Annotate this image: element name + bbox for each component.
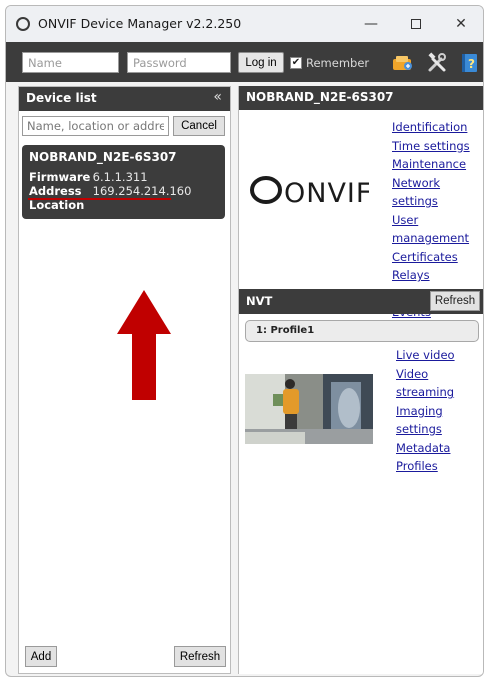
password-input[interactable] xyxy=(127,52,231,73)
device-list-title: Device list xyxy=(26,91,97,105)
onvif-logo-text: ONVIF xyxy=(284,178,369,207)
link-user-management[interactable]: User management xyxy=(392,211,483,248)
collapse-icon[interactable]: « xyxy=(213,89,222,105)
help-button[interactable]: ? xyxy=(459,52,481,74)
device-name: NOBRAND_N2E-6S307 xyxy=(29,150,177,164)
onvif-logo: ONVIF xyxy=(250,171,369,207)
red-up-arrow-icon xyxy=(117,290,171,400)
location-row: Location xyxy=(29,198,218,212)
device-detail-title: NOBRAND_N2E-6S307 xyxy=(246,90,394,104)
link-profiles[interactable]: Profiles xyxy=(396,457,483,476)
close-icon: ✕ xyxy=(455,16,467,32)
link-maintenance[interactable]: Maintenance xyxy=(392,155,483,174)
refresh-devices-button[interactable]: Refresh xyxy=(174,646,226,667)
device-list-item[interactable]: NOBRAND_N2E-6S307 Firmware 6.1.1.311 Add… xyxy=(22,145,225,219)
device-detail-panel: NOBRAND_N2E-6S307 ONVIF Identification T… xyxy=(238,86,483,674)
nvt-header: NVT Refresh xyxy=(239,289,483,314)
address-label: Address xyxy=(29,184,82,198)
svg-text:?: ? xyxy=(468,57,475,71)
address-row: Address 169.254.214.160 xyxy=(29,184,218,198)
link-imaging-settings[interactable]: Imaging settings xyxy=(396,402,483,439)
address-value: 169.254.214.160 xyxy=(92,184,192,198)
address-highlight-underline xyxy=(28,198,171,200)
profile-selector[interactable]: 1: Profile1 xyxy=(245,320,479,342)
minimize-icon: — xyxy=(364,16,378,32)
app-window: ONVIF Device Manager v2.2.250 — ✕ Log in… xyxy=(5,5,484,677)
app-circle-icon xyxy=(16,17,30,31)
device-detail-header: NOBRAND_N2E-6S307 xyxy=(239,86,483,110)
name-input[interactable] xyxy=(22,52,119,73)
tools-icon xyxy=(428,52,446,72)
remember-checkbox[interactable]: ✔ xyxy=(290,57,302,69)
nvt-links: Live video Video streaming Imaging setti… xyxy=(396,346,483,476)
maximize-icon xyxy=(411,19,421,29)
upgrade-button[interactable] xyxy=(392,52,414,74)
link-live-video[interactable]: Live video xyxy=(396,346,483,365)
maximize-button[interactable] xyxy=(401,12,431,36)
login-button[interactable]: Log in xyxy=(238,52,284,73)
upgrade-icon xyxy=(393,56,412,70)
cancel-button[interactable]: Cancel xyxy=(173,116,225,136)
device-list-footer: Add Refresh xyxy=(19,641,230,673)
link-network-settings[interactable]: Network settings xyxy=(392,174,483,211)
link-relays[interactable]: Relays xyxy=(392,266,483,285)
refresh-nvt-button[interactable]: Refresh xyxy=(430,291,480,311)
nvt-title: NVT xyxy=(246,294,273,308)
video-thumbnail[interactable] xyxy=(245,374,373,444)
device-list-header: Device list « xyxy=(19,87,230,111)
title-bar: ONVIF Device Manager v2.2.250 — ✕ xyxy=(6,6,483,42)
link-certificates[interactable]: Certificates xyxy=(392,248,483,267)
firmware-row: Firmware 6.1.1.311 xyxy=(29,170,218,184)
window-title: ONVIF Device Manager v2.2.250 xyxy=(38,16,242,31)
device-search-row: Cancel xyxy=(19,111,230,141)
firmware-label: Firmware xyxy=(29,170,91,184)
remember-label: Remember xyxy=(306,56,370,70)
device-list-panel: Device list « Cancel NOBRAND_N2E-6S307 F… xyxy=(18,86,231,674)
firmware-value: 6.1.1.311 xyxy=(92,170,148,184)
close-button[interactable]: ✕ xyxy=(446,12,476,36)
login-bar: Log in ✔ Remember ? xyxy=(6,42,483,82)
add-device-button[interactable]: Add xyxy=(25,646,57,667)
tools-button[interactable] xyxy=(426,52,448,74)
help-icon: ? xyxy=(462,54,477,72)
link-metadata[interactable]: Metadata xyxy=(396,439,483,458)
profile-label: 1: Profile1 xyxy=(256,325,315,336)
device-search-input[interactable] xyxy=(22,116,169,136)
location-label: Location xyxy=(29,198,85,212)
link-video-streaming[interactable]: Video streaming xyxy=(396,365,483,402)
minimize-button[interactable]: — xyxy=(356,12,386,36)
link-time-settings[interactable]: Time settings xyxy=(392,137,483,156)
link-identification[interactable]: Identification xyxy=(392,118,483,137)
